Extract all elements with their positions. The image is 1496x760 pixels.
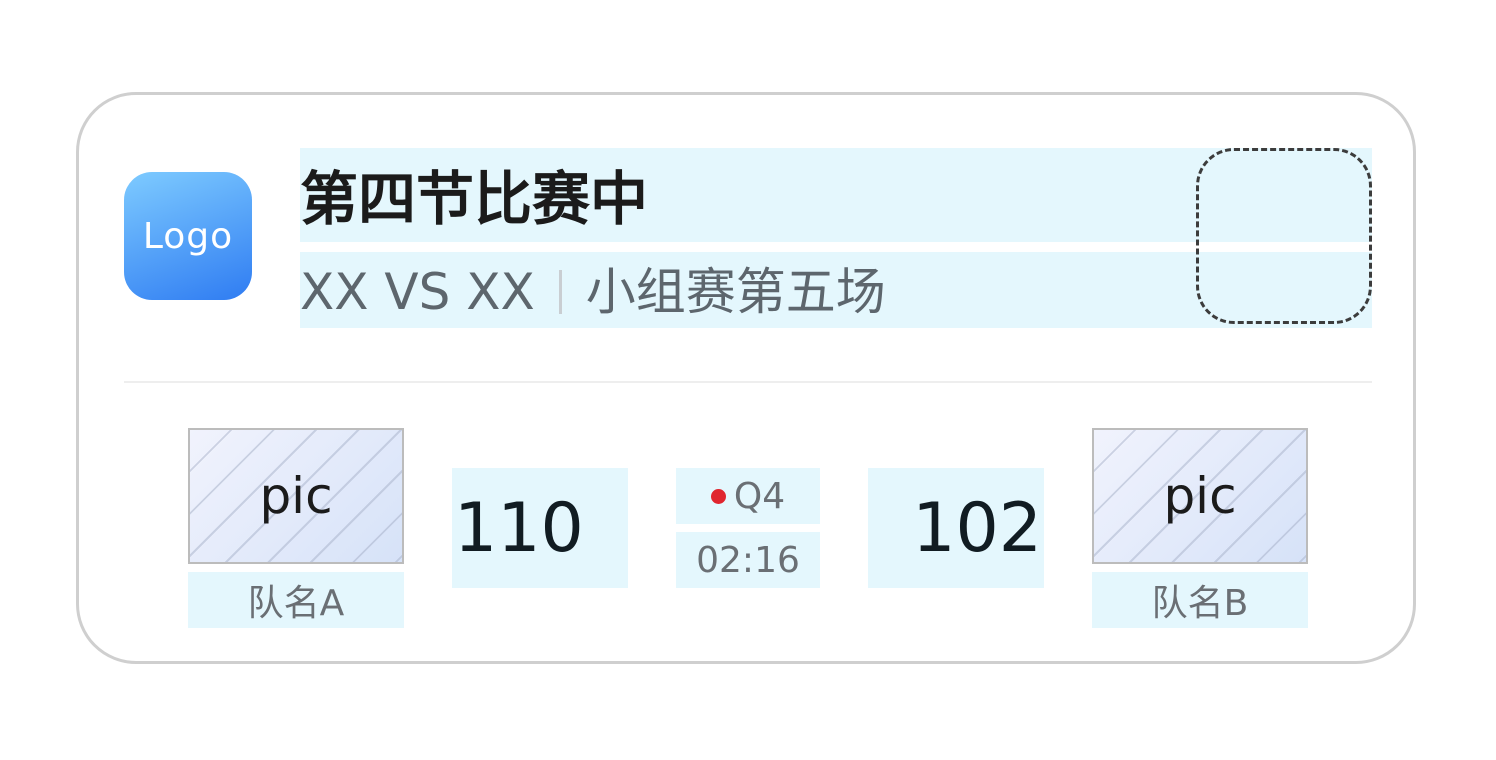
team-b-score: 102 xyxy=(868,468,1044,588)
logo-text: Logo xyxy=(142,215,234,257)
quarter-text: Q4 xyxy=(733,475,786,517)
team-b-name: 队名B xyxy=(1092,572,1308,628)
team-b-image: pic xyxy=(1092,428,1308,564)
team-a-pic-label: pic xyxy=(259,467,333,525)
team-a-name: 队名A xyxy=(188,572,404,628)
dashed-placeholder-icon[interactable] xyxy=(1196,148,1372,324)
app-logo: Logo xyxy=(124,172,252,300)
matchup-text: XX VS XX xyxy=(300,263,535,321)
match-status-title: 第四节比赛中 xyxy=(300,165,649,233)
team-b-pic-label: pic xyxy=(1163,467,1237,525)
quarter-indicator: Q4 xyxy=(676,468,820,524)
divider xyxy=(124,381,1372,383)
subtitle-separator xyxy=(558,270,562,314)
team-a-image: pic xyxy=(188,428,404,564)
match-info-text: 小组赛第五场 xyxy=(585,263,886,321)
match-subtitle: XX VS XX 小组赛第五场 xyxy=(300,262,886,322)
live-dot-icon xyxy=(710,488,726,504)
game-clock: 02:16 xyxy=(676,532,820,588)
team-a-score: 110 xyxy=(452,468,628,588)
